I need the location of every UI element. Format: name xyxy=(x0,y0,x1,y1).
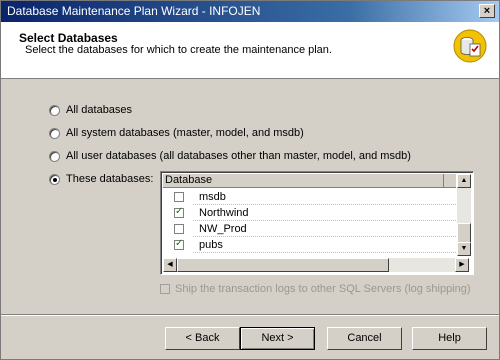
table-row[interactable]: msdb xyxy=(163,189,456,205)
log-shipping-checkbox xyxy=(160,284,170,294)
scroll-down-button[interactable]: ▼ xyxy=(457,242,471,256)
row-divider xyxy=(193,252,456,253)
arrow-down-icon: ▼ xyxy=(460,245,468,252)
radio-button[interactable] xyxy=(49,150,60,162)
close-button[interactable]: × xyxy=(479,4,495,18)
column-header-database[interactable]: Database xyxy=(163,174,456,188)
radio-button[interactable] xyxy=(49,127,60,139)
window-title: Database Maintenance Plan Wizard - INFOJ… xyxy=(7,4,261,18)
database-grid[interactable]: Database msdb Northwind NW_Prod pubs ▲ xyxy=(160,171,474,275)
radio-system-databases[interactable]: All system databases (master, model, and… xyxy=(49,125,304,141)
radio-label: All databases xyxy=(66,104,133,116)
database-name: pubs xyxy=(199,239,223,251)
table-row[interactable]: pubs xyxy=(163,237,456,253)
next-button[interactable]: Next > xyxy=(240,327,315,350)
wizard-window: Database Maintenance Plan Wizard - INFOJ… xyxy=(0,0,500,360)
radio-label: All user databases (all databases other … xyxy=(66,150,411,162)
column-header-label: Database xyxy=(165,174,213,186)
vertical-scrollbar[interactable]: ▲ ▼ xyxy=(457,174,471,256)
footer-divider xyxy=(1,314,499,316)
database-name: msdb xyxy=(199,191,226,203)
radio-these-databases[interactable]: These databases: xyxy=(49,171,153,187)
horizontal-scroll-thumb[interactable] xyxy=(177,258,389,272)
log-shipping-label: Ship the transaction logs to other SQL S… xyxy=(175,283,471,295)
database-name: NW_Prod xyxy=(199,223,247,235)
arrow-left-icon: ◀ xyxy=(167,261,173,268)
radio-button[interactable] xyxy=(49,173,60,185)
wizard-header: Select Databases Select the databases fo… xyxy=(1,22,499,79)
database-checkbox[interactable] xyxy=(174,206,184,218)
database-checkbox[interactable] xyxy=(174,192,184,202)
radio-button[interactable] xyxy=(49,104,60,116)
help-button[interactable]: Help xyxy=(412,327,487,350)
scroll-right-button[interactable]: ▶ xyxy=(455,258,469,272)
scroll-left-button[interactable]: ◀ xyxy=(163,258,177,272)
page-title: Select Databases xyxy=(19,31,118,45)
database-checkbox[interactable] xyxy=(174,238,184,250)
cancel-button[interactable]: Cancel xyxy=(327,327,402,350)
table-row[interactable]: NW_Prod xyxy=(163,221,456,237)
database-wizard-icon xyxy=(453,29,487,63)
radio-label: These databases: xyxy=(66,173,154,185)
close-icon: × xyxy=(483,5,491,17)
database-name: Northwind xyxy=(199,207,249,219)
table-row[interactable]: Northwind xyxy=(163,205,456,221)
page-subtitle: Select the databases for which to create… xyxy=(25,44,332,56)
vertical-scroll-thumb[interactable] xyxy=(457,223,471,243)
database-checkbox[interactable] xyxy=(174,224,184,234)
horizontal-scrollbar[interactable]: ◀ ▶ xyxy=(163,258,469,272)
title-bar[interactable]: Database Maintenance Plan Wizard - INFOJ… xyxy=(1,1,499,22)
arrow-up-icon: ▲ xyxy=(460,177,468,184)
log-shipping-option: Ship the transaction logs to other SQL S… xyxy=(160,283,471,295)
radio-user-databases[interactable]: All user databases (all databases other … xyxy=(49,148,411,164)
back-button[interactable]: < Back xyxy=(165,327,240,350)
header-corner xyxy=(443,174,456,187)
radio-all-databases[interactable]: All databases xyxy=(49,102,132,118)
arrow-right-icon: ▶ xyxy=(459,261,465,268)
radio-label: All system databases (master, model, and… xyxy=(66,127,304,139)
scroll-up-button[interactable]: ▲ xyxy=(457,174,471,188)
